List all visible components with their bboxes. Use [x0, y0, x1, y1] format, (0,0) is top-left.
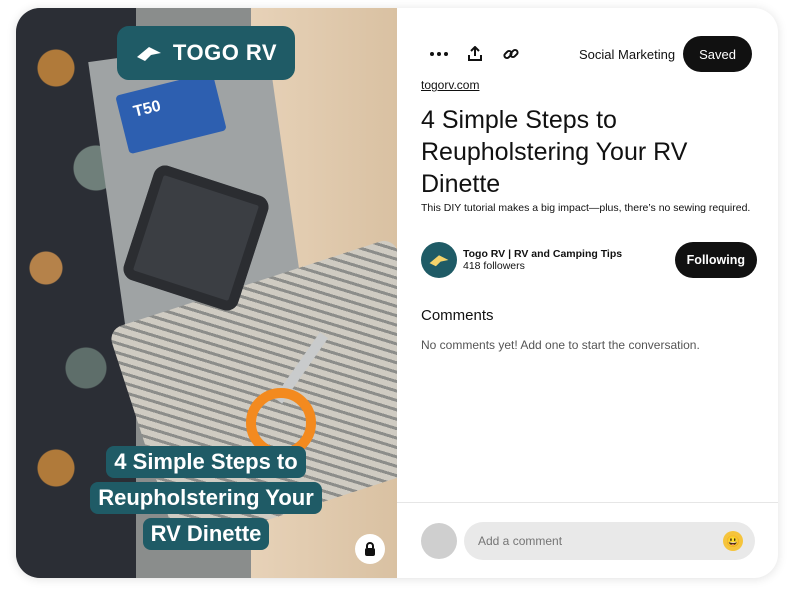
pin-card: T50 TOGO RV 4 Simple Steps to Reupholste…	[16, 8, 778, 578]
copy-link-button[interactable]	[493, 36, 529, 72]
comments-empty-text: No comments yet! Add one to start the co…	[421, 338, 700, 352]
link-icon	[503, 48, 519, 60]
divider	[397, 502, 778, 503]
brand-logo-text: TOGO RV	[172, 40, 278, 65]
share-button[interactable]	[457, 36, 493, 72]
saved-button[interactable]: Saved	[683, 36, 752, 72]
more-icon	[430, 52, 448, 56]
more-button[interactable]	[421, 36, 457, 72]
source-domain-link[interactable]: togorv.com	[421, 78, 479, 92]
board-select[interactable]: Social Marketing	[579, 47, 675, 62]
overlay-line-1: 4 Simple Steps to	[106, 446, 306, 478]
creator-followers: 418 followers	[463, 260, 525, 272]
share-icon	[468, 46, 482, 61]
rv-logo-icon	[136, 47, 161, 61]
pin-image[interactable]: T50 TOGO RV 4 Simple Steps to Reupholste…	[16, 8, 397, 578]
pin-toolbar: Social Marketing Saved	[421, 36, 752, 72]
creator-info: Togo RV | RV and Camping Tips 418 follow…	[463, 248, 622, 272]
following-button[interactable]: Following	[674, 242, 757, 278]
creator-name[interactable]: Togo RV | RV and Camping Tips	[463, 248, 622, 260]
pin-overlay-title: 4 Simple Steps to Reupholstering Your RV…	[46, 444, 366, 552]
emoji-icon[interactable]: 😃	[723, 531, 743, 551]
creator-row: Togo RV | RV and Camping Tips 418 follow…	[421, 240, 757, 280]
comment-input-wrapper[interactable]: 😃	[464, 522, 755, 560]
brand-logo: TOGO RV	[117, 26, 295, 80]
comment-composer: 😃	[421, 522, 755, 560]
overlay-line-3: RV Dinette	[142, 518, 270, 550]
lock-icon	[365, 542, 375, 556]
lock-button[interactable]	[355, 534, 385, 564]
creator-avatar[interactable]	[421, 242, 457, 278]
comment-input[interactable]	[476, 533, 723, 549]
pin-title: 4 Simple Steps to Reupholstering Your RV…	[421, 106, 688, 198]
comments-heading: Comments	[421, 307, 494, 324]
user-avatar[interactable]	[421, 523, 457, 559]
staple-box-label: T50	[131, 97, 163, 121]
rv-logo-icon	[429, 255, 449, 267]
overlay-line-2: Reupholstering Your	[90, 482, 322, 514]
pin-details-panel: Social Marketing Saved togorv.com 4 Simp…	[397, 8, 778, 578]
pin-description: This DIY tutorial makes a big impact—plu…	[421, 202, 751, 214]
